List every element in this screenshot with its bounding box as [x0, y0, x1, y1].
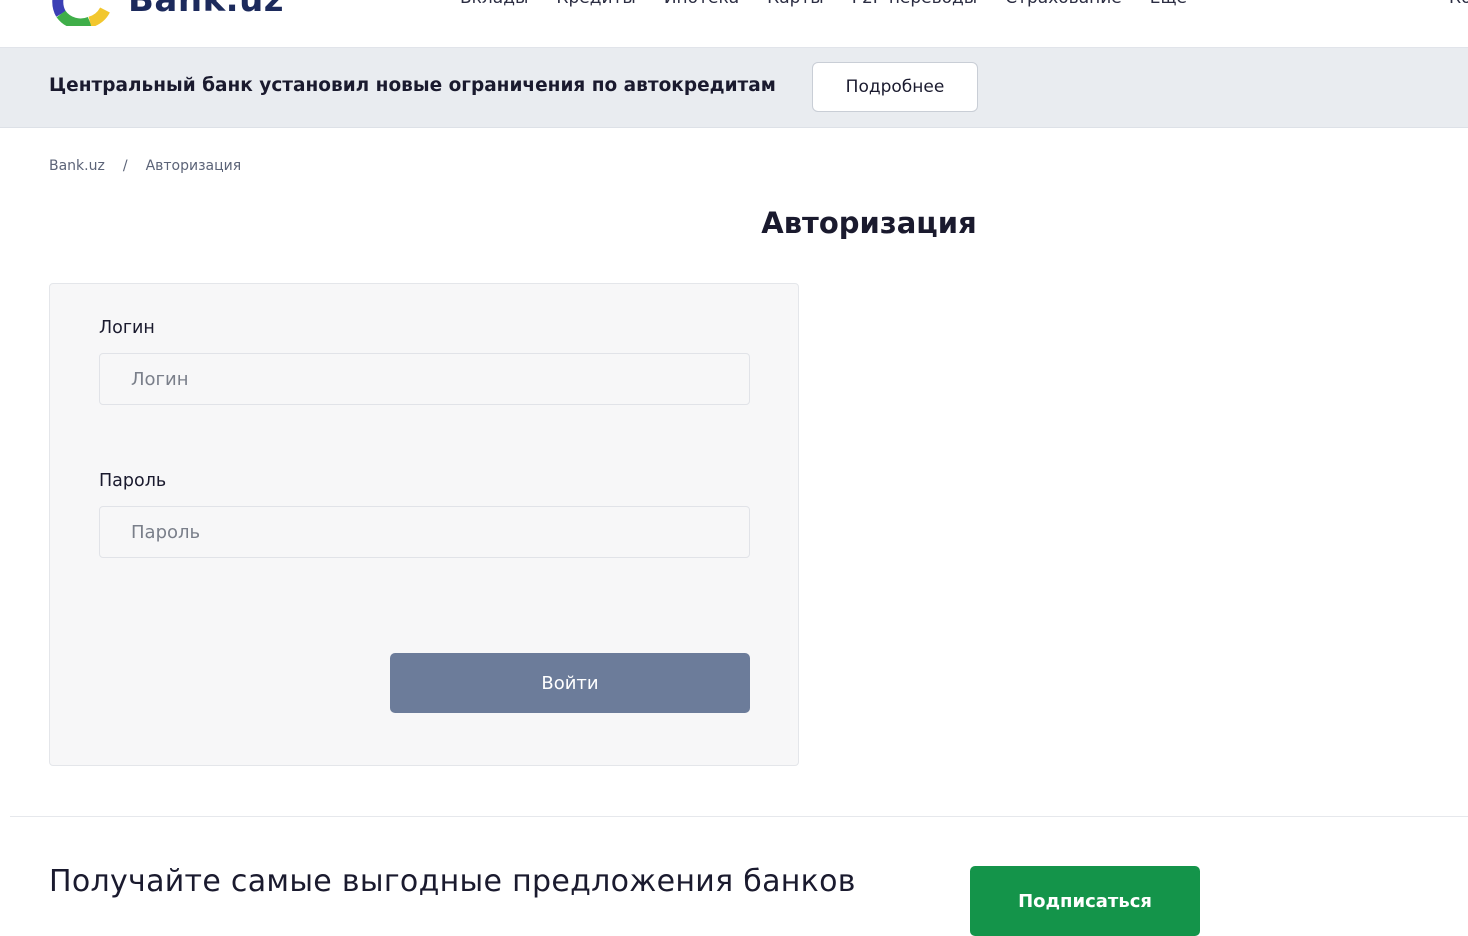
logo-text: Bank.uz	[128, 0, 285, 20]
nav-item-more[interactable]: Ещё	[1150, 0, 1187, 8]
breadcrumb: Bank.uz / Авторизация	[49, 158, 241, 174]
subscribe-heading: Получайте самые выгодные предложения бан…	[49, 864, 856, 899]
main-nav: Вклады Кредиты Ипотека Карты P2P-перевод…	[460, 0, 1187, 8]
site-logo[interactable]: Bank.uz	[52, 0, 284, 26]
password-input[interactable]	[99, 506, 750, 558]
subscribe-button[interactable]: Подписаться	[970, 866, 1200, 936]
section-divider	[10, 816, 1468, 817]
nav-item-cards[interactable]: Карты	[767, 0, 824, 8]
nav-item-deposits[interactable]: Вклады	[460, 0, 528, 8]
breadcrumb-current: Авторизация	[145, 158, 242, 174]
news-banner: Центральный банк установил новые огранич…	[0, 48, 1468, 128]
nav-item-insurance[interactable]: Страхование	[1005, 0, 1122, 8]
password-label: Пароль	[99, 471, 167, 491]
login-form-card: Логин Пароль Войти	[49, 283, 799, 766]
nav-item-p2p[interactable]: P2P-переводы	[852, 0, 978, 8]
site-header: Bank.uz Вклады Кредиты Ипотека Карты P2P…	[0, 0, 1468, 48]
breadcrumb-home-link[interactable]: Bank.uz	[49, 158, 105, 174]
breadcrumb-separator: /	[122, 158, 128, 174]
banner-text: Центральный банк установил новые огранич…	[49, 75, 776, 96]
login-label: Логин	[99, 318, 155, 338]
login-input[interactable]	[99, 353, 750, 405]
more-details-button[interactable]: Подробнее	[812, 62, 978, 112]
page-title: Авторизация	[761, 206, 977, 240]
nav-item-credits[interactable]: Кредиты	[556, 0, 635, 8]
bank-logo-icon	[52, 0, 110, 26]
login-submit-button[interactable]: Войти	[390, 653, 750, 713]
nav-item-mortgage[interactable]: Ипотека	[664, 0, 739, 8]
nav-item-partial[interactable]: Ко	[1449, 0, 1468, 8]
